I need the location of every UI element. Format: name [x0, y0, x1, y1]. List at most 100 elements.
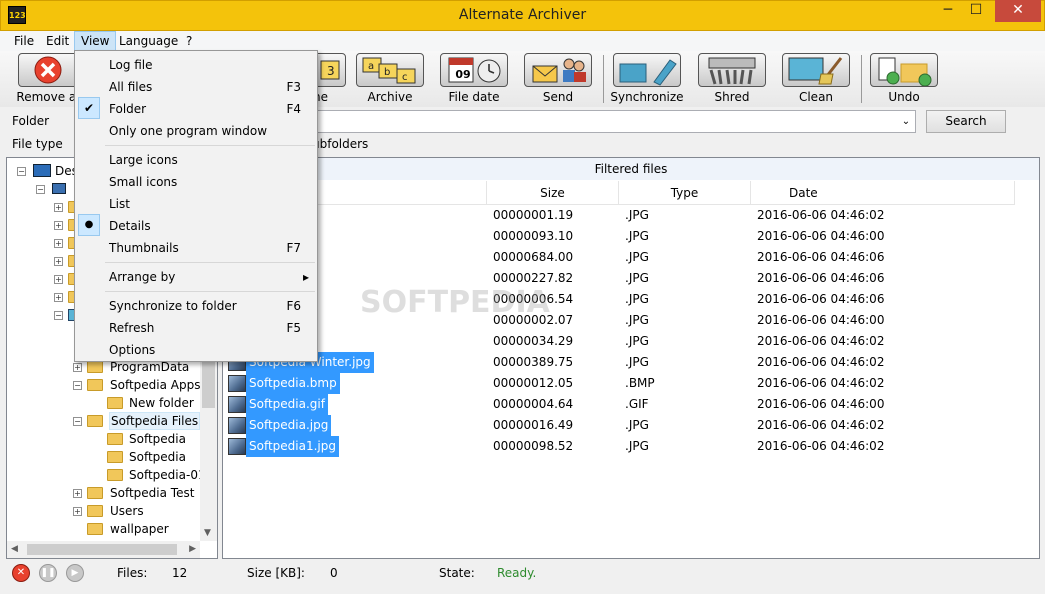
menu-edit[interactable]: Edit	[40, 31, 75, 51]
menu-item-details[interactable]: Details	[109, 215, 151, 237]
menu-item-large-icons[interactable]: Large icons	[109, 149, 178, 171]
tree-item-softpedia-2[interactable]: Softpedia	[93, 448, 203, 466]
expand-icon[interactable]: +	[73, 489, 82, 498]
file-name[interactable]: Softpedia.bmp	[246, 373, 340, 394]
file-type: .JPG	[625, 229, 649, 243]
expand-icon[interactable]: +	[54, 257, 63, 266]
search-button[interactable]: Search	[926, 110, 1006, 133]
menu-item-one-window[interactable]: Only one program window	[109, 120, 267, 142]
chevron-down-icon[interactable]: ⌄	[898, 113, 914, 131]
tree-horizontal-scrollbar[interactable]: ◀ ▶	[7, 541, 200, 558]
shred-button[interactable]: Shred	[694, 53, 770, 107]
file-name[interactable]: Softpedia.gif	[246, 394, 328, 415]
tree-item[interactable]: +	[54, 288, 84, 306]
tree-item-label: Softpedia	[129, 450, 186, 464]
collapse-icon[interactable]: −	[73, 381, 82, 390]
collapse-icon[interactable]: −	[73, 417, 82, 426]
menu-item-list[interactable]: List	[109, 193, 130, 215]
file-size: 00000034.29	[493, 334, 574, 348]
menu-item-synchronize-folder[interactable]: Synchronize to folder	[109, 295, 237, 317]
menu-file[interactable]: File	[8, 31, 40, 51]
column-header-type[interactable]: Type	[619, 181, 751, 205]
scroll-thumb[interactable]	[27, 544, 177, 555]
file-type: .JPG	[625, 250, 649, 264]
file-name[interactable]: Softpedia.jpg	[246, 415, 332, 436]
tree-item[interactable]: +	[54, 198, 84, 216]
folder-icon	[87, 415, 103, 427]
tree-item[interactable]: +	[54, 270, 84, 288]
synchronize-button[interactable]: Synchronize	[608, 53, 686, 107]
column-header-date[interactable]: Date	[751, 181, 1015, 205]
clean-button[interactable]: Clean	[778, 53, 854, 107]
undo-icon	[870, 53, 938, 87]
scroll-thumb[interactable]	[202, 358, 215, 408]
collapse-icon[interactable]: −	[36, 185, 45, 194]
menu-item-folder[interactable]: Folder	[109, 98, 146, 120]
file-type: .JPG	[625, 355, 649, 369]
menu-item-options[interactable]: Options	[109, 339, 155, 361]
tree-item-softpedia-test[interactable]: + Softpedia Test	[73, 484, 203, 502]
file-size: 00000684.00	[493, 250, 574, 264]
column-header-size[interactable]: Size	[487, 181, 619, 205]
send-mail-icon	[524, 53, 592, 87]
pause-icon[interactable]: ❚❚	[39, 564, 57, 582]
folder-label: Folder	[12, 114, 50, 128]
file-date-label: File date	[448, 90, 500, 104]
menu-help[interactable]: ?	[180, 31, 198, 51]
scroll-down-icon[interactable]: ▼	[204, 528, 211, 538]
menu-item-arrange-by[interactable]: Arrange by	[109, 266, 175, 288]
archive-button[interactable]: ab c Archive	[352, 53, 428, 107]
file-size: 00000093.10	[493, 229, 574, 243]
file-type: .JPG	[625, 418, 649, 432]
file-type: .JPG	[625, 313, 649, 327]
scroll-left-icon[interactable]: ◀	[11, 544, 18, 554]
file-name[interactable]: Softpedia1.jpg	[246, 436, 339, 457]
expand-icon[interactable]: +	[54, 221, 63, 230]
file-date-button[interactable]: 09 File date	[436, 53, 512, 107]
menu-language[interactable]: Language	[113, 31, 184, 51]
tree-item-softpedia[interactable]: Softpedia	[93, 430, 203, 448]
filtered-files-header: Filtered files	[223, 158, 1039, 180]
tree-item[interactable]: +	[54, 234, 84, 252]
expand-icon[interactable]: +	[73, 507, 82, 516]
folder-combobox[interactable]	[310, 110, 916, 133]
menu-item-small-icons[interactable]: Small icons	[109, 171, 177, 193]
file-date: 2016-06-06 04:46:02	[757, 208, 885, 222]
close-button[interactable]: ✕	[995, 0, 1041, 22]
stop-icon[interactable]: ✕	[12, 564, 30, 582]
maximize-button[interactable]: ☐	[962, 0, 990, 22]
expand-icon[interactable]: +	[54, 293, 63, 302]
undo-button[interactable]: Undo	[866, 53, 942, 107]
send-label: Send	[542, 90, 574, 104]
tree-item-softpedia-apps[interactable]: − Softpedia Apps	[73, 376, 203, 394]
play-icon[interactable]: ▶	[66, 564, 84, 582]
collapse-icon[interactable]: −	[54, 311, 63, 320]
tree-item-wallpaper[interactable]: wallpaper	[73, 520, 203, 538]
collapse-icon[interactable]: −	[17, 167, 26, 176]
archive-label: Archive	[367, 90, 413, 104]
undo-label: Undo	[888, 90, 920, 104]
menu-item-refresh[interactable]: Refresh	[109, 317, 154, 339]
menu-view[interactable]: View	[74, 31, 117, 51]
tree-item-users[interactable]: + Users	[73, 502, 203, 520]
expand-icon[interactable]: +	[54, 275, 63, 284]
tree-item-new-folder[interactable]: New folder	[93, 394, 203, 412]
tree-item[interactable]: +	[54, 252, 84, 270]
menu-item-thumbnails[interactable]: Thumbnails	[109, 237, 179, 259]
tree-item[interactable]: −	[54, 306, 82, 324]
scroll-right-icon[interactable]: ▶	[189, 544, 196, 554]
menu-item-all-files[interactable]: All files	[109, 76, 152, 98]
tree-item-computer[interactable]: −	[36, 180, 66, 198]
radio-icon: ●	[78, 214, 100, 236]
expand-icon[interactable]: +	[54, 239, 63, 248]
menu-item-log-file[interactable]: Log file	[109, 54, 153, 76]
tree-item-softpedia-files[interactable]: − Softpedia Files	[73, 412, 203, 430]
folder-icon	[107, 397, 123, 409]
tree-item[interactable]: +	[54, 216, 84, 234]
expand-icon[interactable]: +	[54, 203, 63, 212]
tree-item-softpedia-01[interactable]: Softpedia-01	[93, 466, 206, 484]
expand-icon[interactable]: +	[73, 363, 82, 372]
folder-icon	[107, 433, 123, 445]
minimize-button[interactable]: ─	[934, 0, 962, 22]
send-button[interactable]: Send	[520, 53, 596, 107]
